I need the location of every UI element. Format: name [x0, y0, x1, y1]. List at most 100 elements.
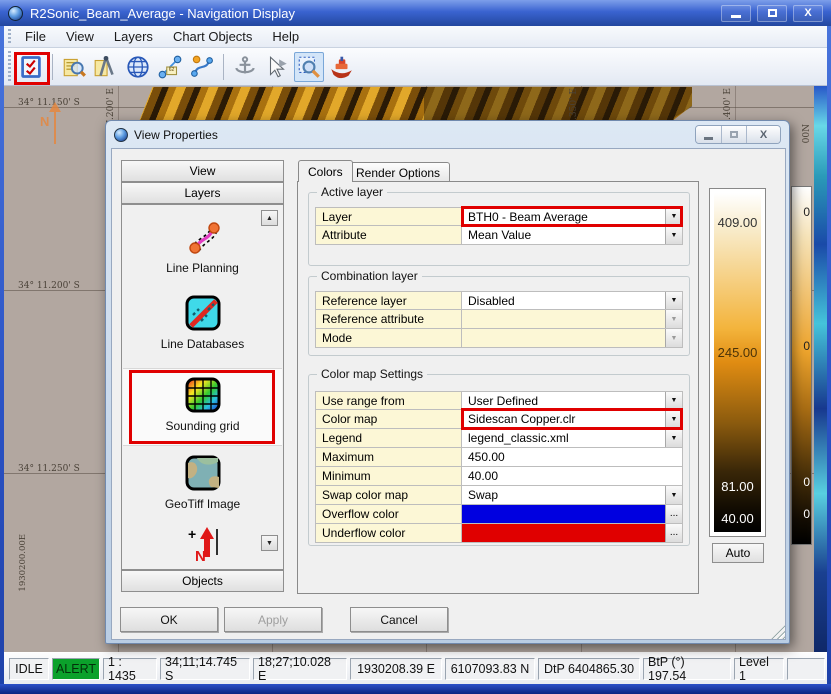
anchor-select-button[interactable]: [230, 52, 260, 82]
north-arrow-shaft: [54, 110, 56, 144]
menu-grip[interactable]: [7, 29, 13, 44]
dropdown-arrow-icon[interactable]: ▼: [665, 292, 682, 309]
scroll-up-button[interactable]: ▲: [261, 210, 278, 226]
scale-value: 40.00: [714, 511, 761, 526]
row-label: Attribute: [316, 226, 462, 244]
color-scale-preview: 409.00 245.00 81.00 40.00: [709, 188, 766, 537]
projection-button[interactable]: [123, 52, 153, 82]
cancel-button[interactable]: Cancel: [350, 607, 448, 632]
list-item-sounding-grid[interactable]: Sounding grid: [123, 375, 282, 433]
minimize-button[interactable]: [721, 5, 751, 22]
north-arrow-object-icon: + N: [183, 523, 223, 563]
dropdown-arrow-icon[interactable]: ▼: [665, 410, 682, 428]
pointer-select-button[interactable]: [262, 52, 292, 82]
legend-fragment: 0: [803, 205, 810, 219]
view-panel-button[interactable]: View: [121, 160, 284, 182]
status-btp: BtP (°) 197.54: [643, 658, 731, 680]
dialog-restore-button[interactable]: [721, 126, 746, 143]
use-range-from-dropdown[interactable]: User Defined ▼: [462, 392, 682, 409]
overflow-color-picker-button[interactable]: ...: [665, 505, 682, 523]
underflow-color-picker-button[interactable]: ...: [665, 524, 682, 542]
menu-view[interactable]: View: [56, 27, 104, 46]
dropdown-value: [462, 329, 665, 347]
legend-fragment: 0: [803, 507, 810, 521]
dialog-close-icon: X: [760, 129, 767, 141]
dialog-close-button[interactable]: X: [746, 126, 780, 143]
overflow-color-swatch[interactable]: [462, 505, 665, 523]
waypoint-line-label: 62: [169, 67, 175, 73]
close-icon: X: [804, 7, 811, 19]
dialog-titlebar[interactable]: View Properties X: [106, 121, 789, 148]
layer-dropdown[interactable]: BTH0 - Beam Average ▼: [462, 208, 682, 225]
menu-layers[interactable]: Layers: [104, 27, 163, 46]
auto-button[interactable]: Auto: [712, 543, 764, 563]
menu-file[interactable]: File: [15, 27, 56, 46]
row-label: Color map: [316, 410, 462, 428]
layer-list: Line Planning Line Databases: [121, 204, 284, 570]
swap-color-map-row: Swap color map Swap ▼: [315, 486, 683, 505]
northing-label-fragment: 00N: [802, 124, 812, 143]
reference-layer-dropdown[interactable]: Disabled ▼: [462, 292, 682, 309]
row-label: Maximum: [316, 448, 462, 466]
attribute-dropdown[interactable]: Mean Value ▼: [462, 226, 682, 244]
tab-render-options[interactable]: Render Options: [346, 162, 450, 182]
svg-text:+: +: [188, 526, 196, 542]
toolbar-separator: [223, 54, 224, 80]
dropdown-arrow-icon[interactable]: ▼: [665, 429, 682, 447]
close-button[interactable]: X: [793, 5, 823, 22]
sounding-grid-icon: [183, 375, 223, 415]
color-scale-gradient: 409.00 245.00 81.00 40.00: [714, 193, 761, 532]
minimum-input[interactable]: [462, 467, 682, 485]
dropdown-arrow-icon[interactable]: ▼: [665, 392, 682, 409]
dropdown-value: Mean Value: [462, 226, 665, 244]
dropdown-value: [462, 310, 665, 328]
ok-button[interactable]: OK: [120, 607, 218, 632]
menu-chart-objects[interactable]: Chart Objects: [163, 27, 262, 46]
dropdown-arrow-icon[interactable]: ▼: [665, 208, 682, 225]
easting-label: 1930200.00E: [18, 534, 28, 592]
status-level: Level 1: [734, 658, 784, 680]
view-properties-button[interactable]: [16, 52, 46, 82]
objects-panel-button[interactable]: Objects: [121, 570, 284, 592]
window-bottom-border: [0, 684, 831, 694]
underflow-color-swatch[interactable]: [462, 524, 665, 542]
minimize-icon: [731, 15, 741, 18]
list-item-line-databases[interactable]: Line Databases: [123, 293, 282, 351]
svg-text:N: N: [195, 548, 206, 563]
route-button[interactable]: [187, 52, 217, 82]
status-easting: 1930208.39 E: [350, 658, 442, 680]
legend-dropdown[interactable]: legend_classic.xml ▼: [462, 429, 682, 447]
map-right-imagery-strip: [814, 86, 827, 652]
legend-row: Legend legend_classic.xml ▼: [315, 429, 683, 448]
menu-help[interactable]: Help: [262, 27, 309, 46]
dropdown-arrow-icon[interactable]: ▼: [665, 226, 682, 244]
menu-bar: File View Layers Chart Objects Help: [4, 26, 827, 48]
list-item-north-arrow[interactable]: + N: [123, 523, 282, 569]
list-item-geotiff-image[interactable]: GeoTiff Image: [123, 453, 282, 511]
vessel-button[interactable]: [326, 52, 356, 82]
apply-button[interactable]: Apply: [224, 607, 322, 632]
latitude-label: 34° 11.200' S: [18, 281, 80, 291]
layers-panel-button[interactable]: Layers: [121, 182, 284, 204]
color-map-dropdown[interactable]: Sidescan Copper.clr ▼: [462, 410, 682, 428]
window-title: R2Sonic_Beam_Average - Navigation Displa…: [30, 6, 295, 21]
list-item-label: Line Databases: [161, 337, 244, 351]
globe-grid-icon: [125, 54, 151, 80]
group-title: Active layer: [317, 185, 387, 199]
measure-button[interactable]: [91, 52, 121, 82]
survey-log-button[interactable]: [59, 52, 89, 82]
swap-dropdown[interactable]: Swap ▼: [462, 486, 682, 504]
maximize-button[interactable]: [757, 5, 787, 22]
active-layer-group: Active layer Layer BTH0 - Beam Average ▼…: [308, 192, 690, 266]
waypoint-line-button[interactable]: 62: [155, 52, 185, 82]
maximum-input[interactable]: [462, 448, 682, 466]
dialog-minimize-button[interactable]: [696, 126, 721, 143]
toolbar-grip[interactable]: [7, 51, 13, 82]
scroll-down-button[interactable]: ▼: [261, 535, 278, 551]
list-item-line-planning[interactable]: Line Planning: [123, 217, 282, 275]
tab-colors[interactable]: Colors: [298, 160, 353, 182]
status-latitude: 34;11;14.745 S: [160, 658, 250, 680]
status-empty: [787, 658, 825, 680]
zoom-select-button[interactable]: [294, 52, 324, 82]
dropdown-arrow-icon[interactable]: ▼: [665, 486, 682, 504]
